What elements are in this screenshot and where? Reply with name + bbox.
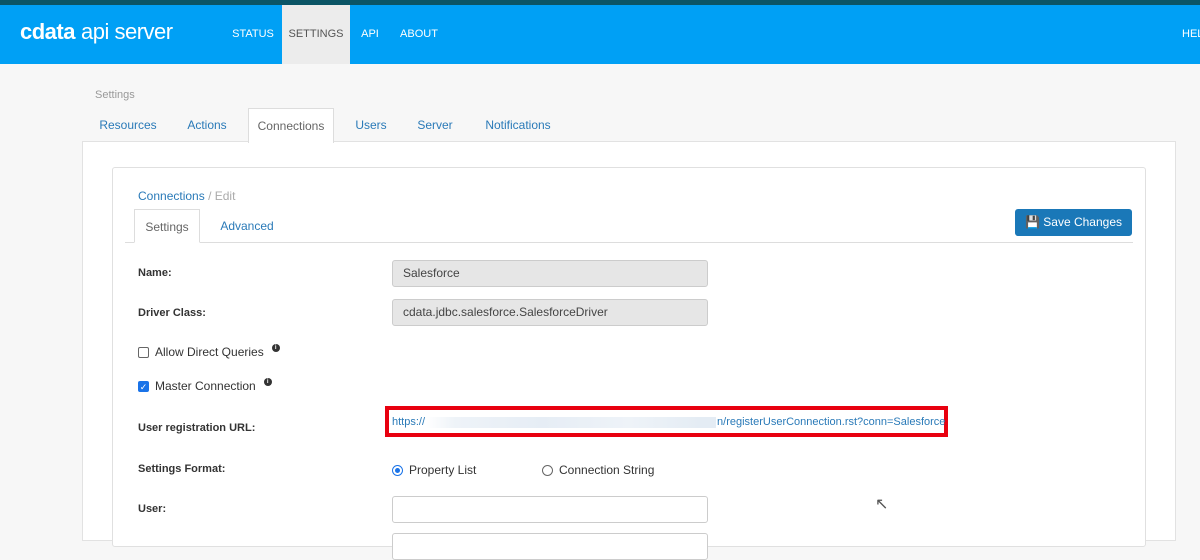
name-label: Name: — [138, 267, 172, 279]
tab-resources[interactable]: Resources — [95, 108, 161, 142]
nav-status[interactable]: STATUS — [228, 5, 278, 64]
breadcrumb-connections[interactable]: Connections — [138, 189, 205, 203]
tab-server[interactable]: Server — [413, 108, 457, 142]
info-icon[interactable]: i — [271, 344, 280, 352]
breadcrumb-current: Edit — [214, 189, 236, 203]
allow-direct-queries-label: Allow Direct Queries — [155, 345, 264, 359]
allow-direct-queries[interactable]: Allow Direct Queries i — [138, 344, 280, 359]
next-input[interactable] — [392, 533, 708, 560]
user-input[interactable] — [392, 496, 708, 523]
url-suffix: n/registerUserConnection.rst?conn=Salesf… — [717, 416, 946, 428]
radio-label: Property List — [409, 463, 477, 477]
logo-brand: cdata — [20, 19, 75, 44]
mouse-cursor-icon: ↖ — [875, 496, 889, 513]
url-prefix: https:// — [392, 416, 426, 428]
save-icon: 💾 — [1024, 215, 1044, 229]
master-connection-checkbox[interactable]: ✓ — [138, 380, 149, 392]
breadcrumb-separator: / — [208, 189, 212, 203]
nav-about[interactable]: ABOUT — [396, 5, 442, 64]
radio-button[interactable] — [392, 464, 403, 476]
tab-actions[interactable]: Actions — [178, 108, 236, 142]
user-registration-url-link[interactable]: https:// n/registerUserConnection.rst?con… — [392, 416, 945, 428]
radio-connection-string[interactable]: Connection String — [542, 463, 654, 477]
tab-notifications[interactable]: Notifications — [483, 108, 553, 142]
allow-direct-queries-checkbox[interactable] — [138, 346, 149, 358]
breadcrumb: Connections / Edit — [138, 189, 235, 203]
driver-class-label: Driver Class: — [138, 307, 206, 319]
redacted-host — [426, 416, 717, 428]
user-registration-url-label: User registration URL: — [138, 422, 256, 434]
tab-connections[interactable]: Connections — [248, 108, 334, 143]
master-connection[interactable]: ✓ Master Connection i — [138, 378, 272, 393]
top-nav: cdata api server STATUS SETTINGS API ABOU… — [0, 5, 1200, 64]
logo[interactable]: cdata api server — [20, 19, 173, 45]
driver-class-field[interactable]: cdata.jdbc.salesforce.SalesforceDriver — [392, 299, 708, 326]
save-changes-button[interactable]: 💾 Save Changes — [1015, 209, 1132, 236]
settings-format-label: Settings Format: — [138, 463, 226, 475]
radio-label: Connection String — [559, 463, 655, 477]
subtab-advanced[interactable]: Advanced — [212, 209, 282, 243]
name-field[interactable]: Salesforce — [392, 260, 708, 287]
logo-product: api server — [80, 19, 173, 44]
radio-button[interactable] — [542, 464, 553, 476]
user-label: User: — [138, 503, 167, 515]
subtab-settings[interactable]: Settings — [134, 209, 200, 243]
nav-settings[interactable]: SETTINGS — [282, 5, 350, 64]
tab-users[interactable]: Users — [350, 108, 392, 142]
radio-property-list[interactable]: Property List — [392, 463, 476, 477]
master-connection-label: Master Connection — [155, 379, 256, 393]
nav-help[interactable]: HEL — [1182, 5, 1200, 64]
save-label: Save Changes — [1043, 215, 1122, 229]
page-title: Settings — [95, 89, 135, 101]
nav-api[interactable]: API — [356, 5, 384, 64]
info-icon[interactable]: i — [263, 378, 272, 386]
